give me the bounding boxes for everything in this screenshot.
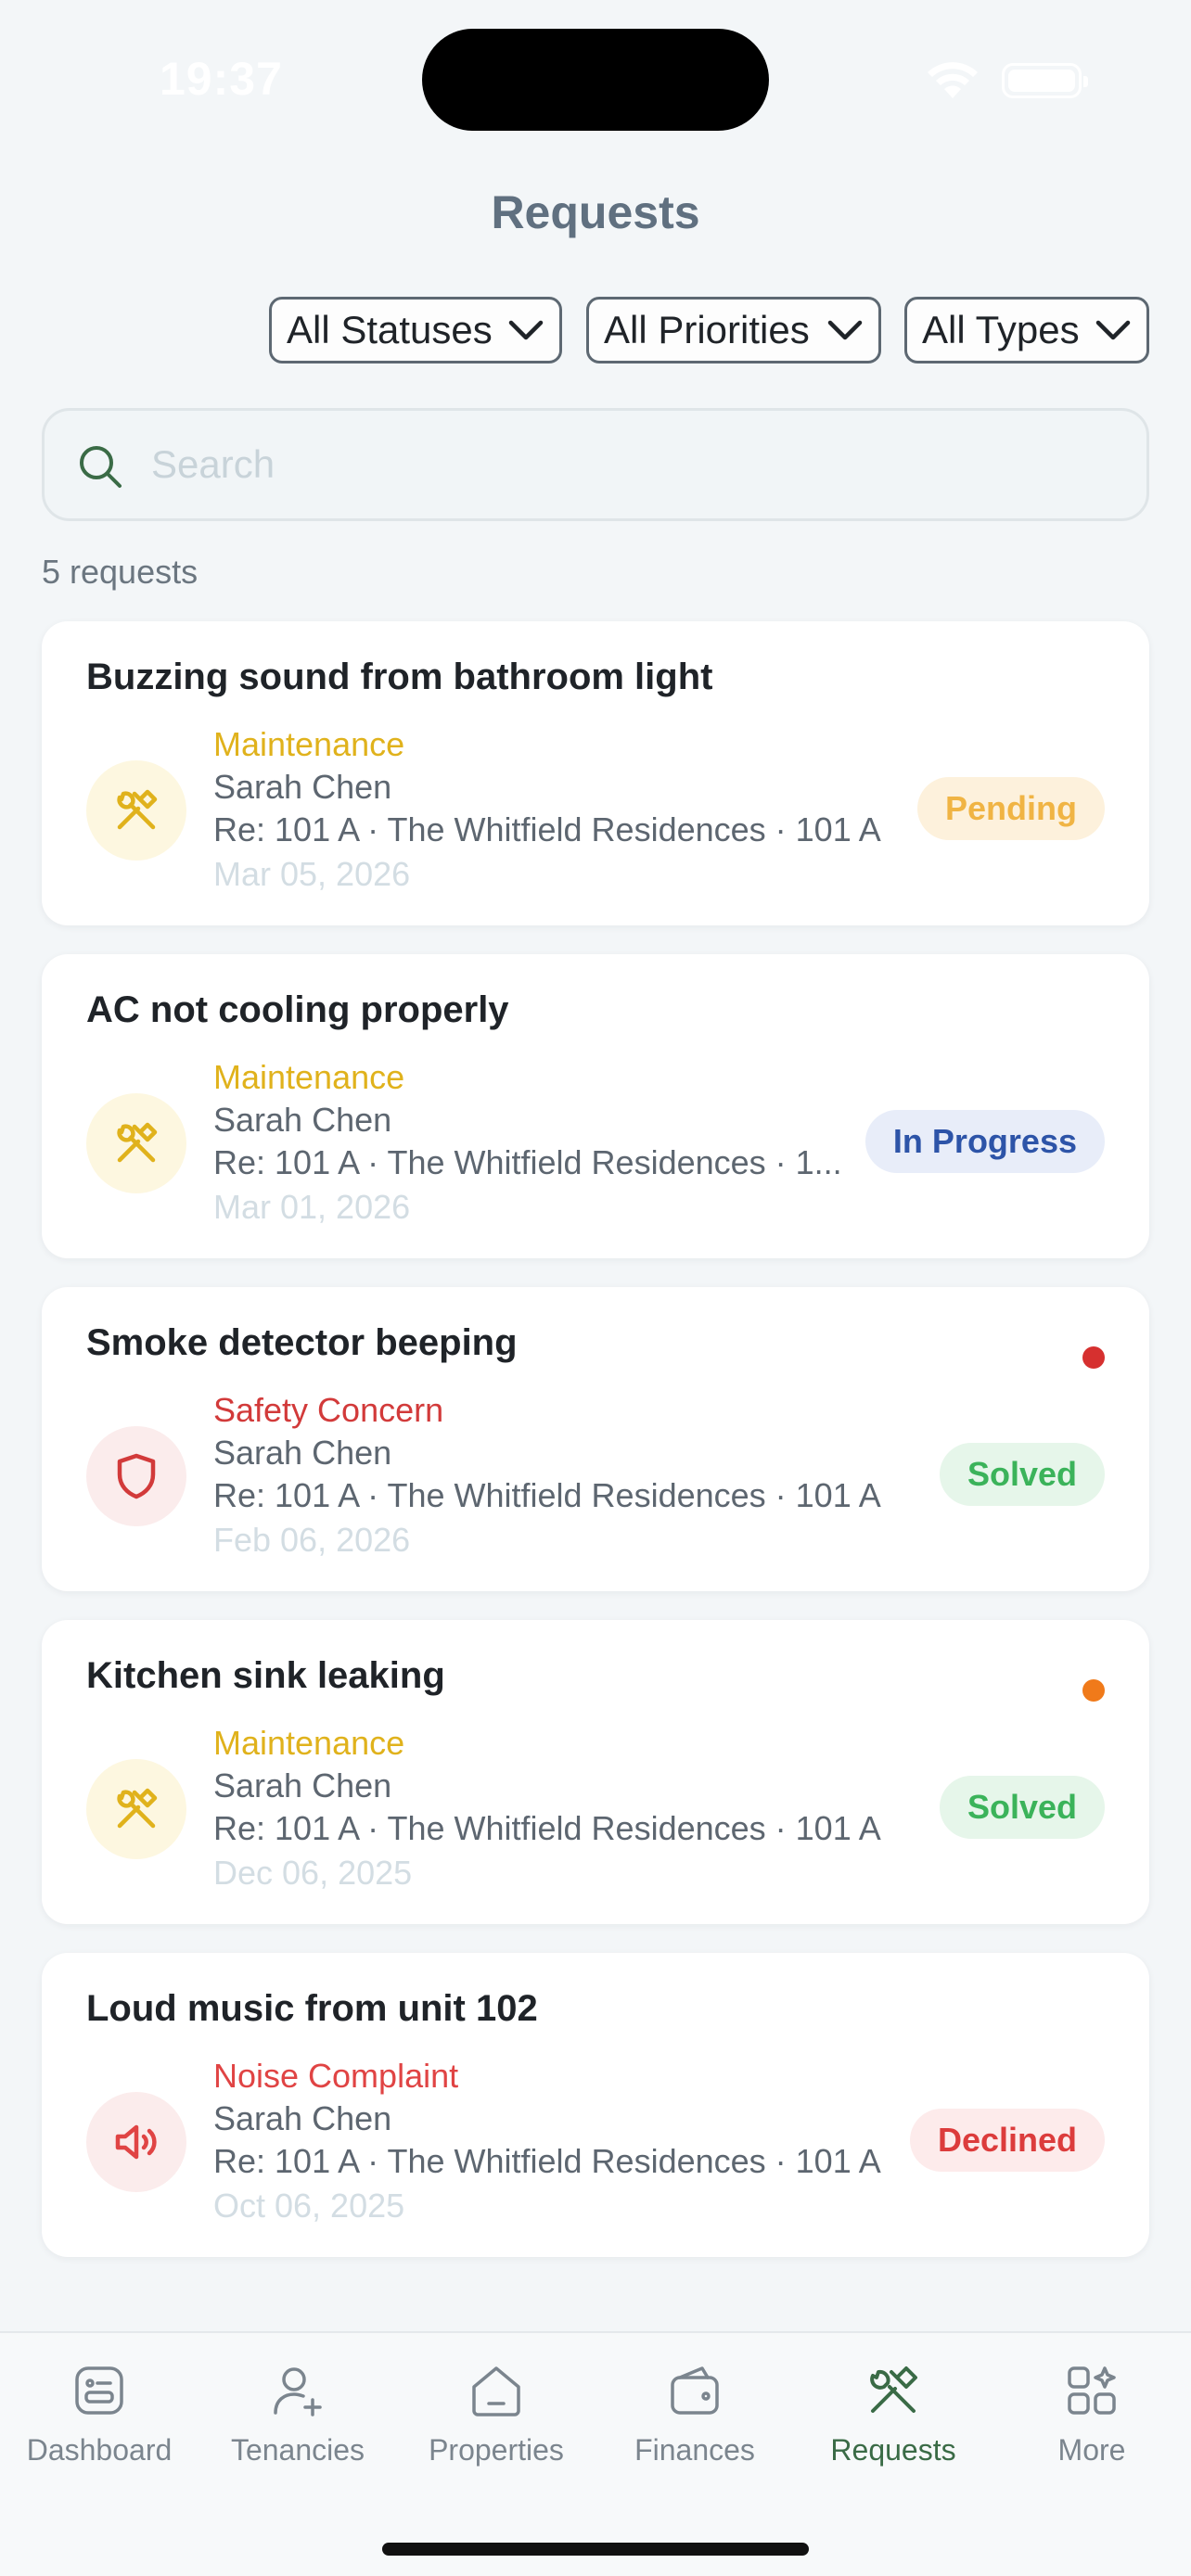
search-input[interactable] <box>151 427 1125 502</box>
tab-more[interactable]: More <box>992 2361 1191 2481</box>
status-badge: Declined <box>909 2109 1105 2172</box>
request-card[interactable]: Kitchen sink leaking Maintenance Sarah C… <box>42 1620 1149 1924</box>
request-type: Maintenance <box>213 1724 405 1762</box>
user-plus-icon <box>274 2367 322 2417</box>
request-card[interactable]: Loud music from unit 102 Noise Complaint… <box>42 1953 1149 2257</box>
tab-label: Requests <box>830 2433 956 2467</box>
tab-finances[interactable]: Finances <box>596 2361 794 2481</box>
request-card[interactable]: AC not cooling properly Maintenance Sara… <box>42 954 1149 1258</box>
request-date: Dec 06, 2025 <box>213 1854 413 1892</box>
request-title: Buzzing sound from bathroom light <box>86 657 713 697</box>
request-date: Feb 06, 2026 <box>213 1521 411 1559</box>
requester-name: Sarah Chen <box>213 2099 392 2137</box>
request-date: Mar 01, 2026 <box>213 1188 411 1226</box>
type-filter-dropdown[interactable]: All Types <box>904 297 1149 363</box>
search-icon <box>80 446 122 488</box>
battery-icon <box>1002 63 1088 98</box>
status-badge: In Progress <box>864 1110 1105 1173</box>
status-time: 19:37 <box>160 53 283 105</box>
tab-label: Finances <box>634 2433 755 2467</box>
request-type: Safety Concern <box>213 1391 444 1429</box>
dynamic-island <box>422 29 769 131</box>
request-title: Smoke detector beeping <box>86 1322 518 1363</box>
priority-filter-label: All Priorities <box>604 308 810 351</box>
tab-label: More <box>1057 2433 1126 2467</box>
request-title: Kitchen sink leaking <box>86 1655 445 1696</box>
shield-icon <box>86 1426 186 1526</box>
wallet-icon <box>671 2366 719 2415</box>
request-date: Mar 05, 2026 <box>213 855 411 893</box>
home-indicator <box>382 2543 809 2556</box>
tools-icon <box>870 2366 917 2413</box>
status-badge: Solved <box>939 1776 1105 1839</box>
requester-name: Sarah Chen <box>213 1766 392 1804</box>
chevron-down-icon <box>827 320 863 340</box>
status-badge: Pending <box>917 777 1105 840</box>
request-card[interactable]: Buzzing sound from bathroom light Mainte… <box>42 621 1149 925</box>
request-card[interactable]: Smoke detector beeping Safety Concern Sa… <box>42 1287 1149 1591</box>
tab-tenancies[interactable]: Tenancies <box>198 2361 397 2481</box>
tools-icon <box>86 1093 186 1193</box>
tab-requests[interactable]: Requests <box>794 2361 992 2481</box>
request-type: Maintenance <box>213 725 405 763</box>
tools-icon <box>86 760 186 861</box>
request-count: 5 requests <box>42 553 198 591</box>
request-title: Loud music from unit 102 <box>86 1988 538 2029</box>
tools-icon <box>86 1759 186 1859</box>
home-icon <box>472 2366 520 2417</box>
request-reference: Re: 101 A · The Whitfield Residences · 1… <box>213 810 881 848</box>
priority-dot <box>1082 1346 1105 1369</box>
speaker-icon <box>86 2092 186 2192</box>
chevron-down-icon <box>1095 320 1131 340</box>
request-reference: Re: 101 A · The Whitfield Residences · 1… <box>213 2142 881 2180</box>
tab-label: Properties <box>429 2433 564 2467</box>
request-reference: Re: 101 A · The Whitfield Residences · 1… <box>213 1809 881 1847</box>
priority-filter-dropdown[interactable]: All Priorities <box>586 297 881 363</box>
status-badge: Solved <box>939 1443 1105 1506</box>
status-filter-label: All Statuses <box>287 308 493 351</box>
request-title: AC not cooling properly <box>86 989 509 1030</box>
dashboard-icon <box>75 2366 123 2415</box>
wifi-icon <box>928 62 978 98</box>
search-box[interactable] <box>42 408 1149 521</box>
request-reference: Re: 101 A · The Whitfield Residences · 1… <box>213 1476 881 1514</box>
status-bar: 19:37 <box>0 0 1191 148</box>
chevron-down-icon <box>508 320 544 340</box>
tab-dashboard[interactable]: Dashboard <box>0 2361 198 2481</box>
priority-dot <box>1082 1679 1105 1702</box>
status-filter-dropdown[interactable]: All Statuses <box>269 297 562 363</box>
requester-name: Sarah Chen <box>213 768 392 806</box>
grid-icon <box>1068 2366 1116 2415</box>
tab-label: Tenancies <box>230 2433 365 2467</box>
tab-properties[interactable]: Properties <box>397 2361 596 2481</box>
tab-label: Dashboard <box>26 2433 173 2467</box>
page-title: Requests <box>491 186 700 238</box>
request-type: Maintenance <box>213 1058 405 1096</box>
request-reference: Re: 101 A · The Whitfield Residences · 1… <box>213 1143 842 1181</box>
bottom-tab-bar: Dashboard Tenancies Properties Finances … <box>0 2331 1191 2576</box>
requester-name: Sarah Chen <box>213 1101 392 1139</box>
requester-name: Sarah Chen <box>213 1434 392 1472</box>
type-filter-label: All Types <box>922 308 1080 351</box>
request-type: Noise Complaint <box>213 2057 459 2095</box>
request-date: Oct 06, 2025 <box>213 2187 405 2225</box>
